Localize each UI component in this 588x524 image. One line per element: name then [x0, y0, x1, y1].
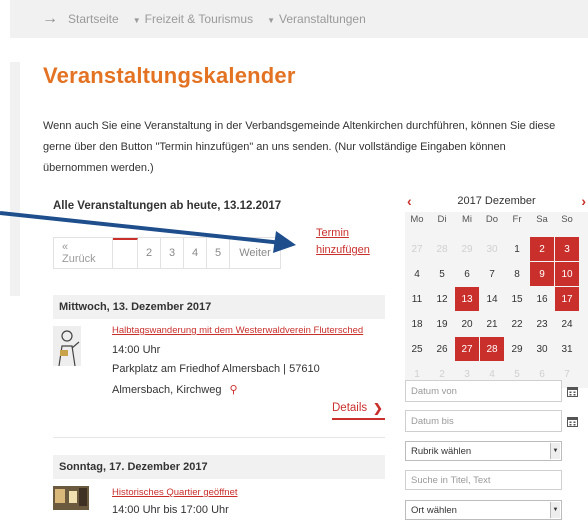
calendar-day[interactable]: 23 [530, 312, 554, 336]
map-pin-icon[interactable]: ⚲ [230, 384, 238, 396]
calendar-day-today[interactable]: 13 [455, 287, 479, 311]
event-time: 14:00 Uhr [112, 344, 161, 356]
calendar-day[interactable]: 18 [405, 312, 429, 336]
calendar-icon[interactable] [563, 411, 581, 431]
event-place: Parkplatz am Friedhof Almersbach | 57610 [112, 363, 320, 375]
calendar-day[interactable]: 22 [505, 312, 529, 336]
calendar-day: 28 [436, 243, 448, 255]
breadcrumb: → Startseite ▼ Freizeit & Tourismus ▼ Vera… [10, 0, 588, 38]
details-link[interactable]: Details ❯ [332, 401, 383, 415]
termin-label: Termin [316, 227, 350, 239]
calendar-weekday: Sa [536, 213, 548, 225]
calendar-day: 29 [461, 243, 473, 255]
termin-label: hinzufügen [316, 244, 370, 256]
breadcrumb-label: Veranstaltungen [279, 12, 366, 26]
calendar-day-event[interactable]: 27 [455, 337, 479, 361]
calendar-icon[interactable] [563, 381, 581, 401]
calendar-day[interactable]: 11 [405, 287, 429, 311]
mini-calendar: ‹ 2017 Dezember › Mo Di Mi Do Fr Sa So 27 28 29 30… [405, 192, 588, 388]
triangle-down-icon: ▼ [267, 16, 276, 25]
calendar-day: 27 [411, 243, 423, 255]
calendar-day[interactable]: 7 [480, 262, 504, 286]
calendar-weekday: Mi [461, 213, 473, 225]
calendar-day-event[interactable]: 17 [555, 287, 579, 311]
day-header: Mittwoch, 13. Dezember 2017 [53, 295, 385, 319]
search-input[interactable]: Suche in Titel, Text [405, 470, 562, 490]
calendar-day-event[interactable]: 28 [480, 337, 504, 361]
details-label: Details [332, 402, 368, 414]
breadcrumb-item-veranstaltungen[interactable]: ▼ Veranstaltungen [267, 12, 366, 26]
event-address: Almersbach, Kirchweg [112, 384, 222, 396]
event-title-link[interactable]: Historisches Quartier geöffnet [112, 487, 238, 498]
calendar-day[interactable]: 25 [405, 337, 429, 361]
event-thumbnail [53, 326, 81, 366]
calendar-weekday: Do [485, 213, 499, 225]
calendar-header: ‹ 2017 Dezember › [405, 192, 588, 210]
event-time: 14:00 Uhr bis 17:00 Uhr [112, 504, 229, 516]
intro-text: Wenn auch Sie eine Veranstaltung in der … [43, 116, 578, 179]
calendar-day[interactable]: 5 [430, 262, 454, 286]
intro-line: übernommen werden.) [43, 162, 154, 174]
breadcrumb-item-freizeit[interactable]: ▼ Freizeit & Tourismus [133, 12, 253, 26]
calendar-day[interactable]: 8 [505, 262, 529, 286]
calendar-day-event[interactable]: 3 [555, 237, 579, 261]
rubrik-select[interactable]: Rubrik wählen ▼ [405, 441, 562, 461]
calendar-day[interactable]: 26 [430, 337, 454, 361]
event-thumbnail [53, 486, 89, 510]
calendar-weekday: Fr [512, 213, 522, 225]
triangle-down-icon: ▼ [132, 16, 141, 25]
calendar-day[interactable]: 15 [505, 287, 529, 311]
arrow-right-icon: → [42, 10, 58, 27]
event-address-row: Almersbach, Kirchweg ⚲ [112, 383, 238, 396]
annotation-arrow-icon [0, 211, 296, 253]
calendar-day[interactable]: 19 [430, 312, 454, 336]
search-placeholder: Suche in Titel, Text [411, 474, 491, 486]
chevron-right-icon: ❯ [373, 403, 383, 415]
calendar-next-button[interactable]: › [581, 193, 586, 209]
dropdown-icon: ▼ [550, 443, 560, 459]
calendar-grid: Mo Di Mi Do Fr Sa So 27 28 29 30 1 2 3 4 5 6 7 8 9 10 11 12 13 1… [405, 212, 588, 386]
termin-hinzufuegen-link[interactable]: Termin hinzufügen [316, 225, 370, 259]
calendar-weekday: Di [437, 213, 447, 225]
rubrik-value: Rubrik wählen [411, 445, 472, 457]
details-underline [332, 418, 385, 420]
calendar-day[interactable]: 20 [455, 312, 479, 336]
dropdown-icon: ▼ [550, 502, 560, 518]
calendar-day[interactable]: 31 [555, 337, 579, 361]
intro-line: gerne über den Button "Termin hinzufügen… [43, 141, 506, 153]
calendar-day: 30 [486, 243, 498, 255]
calendar-day[interactable]: 24 [555, 312, 579, 336]
date-to-placeholder: Datum bis [411, 415, 454, 427]
calendar-day[interactable]: 14 [480, 287, 504, 311]
date-from-field[interactable]: Datum von [405, 380, 578, 402]
calendar-title: 2017 Dezember [457, 195, 536, 207]
ort-select[interactable]: Ort wählen ▼ [405, 500, 562, 520]
breadcrumb-label: Freizeit & Tourismus [144, 12, 254, 26]
calendar-weekday: So [561, 213, 573, 225]
page-title: Veranstaltungskalender [43, 63, 296, 88]
date-to-field[interactable]: Datum bis [405, 410, 578, 432]
calendar-day[interactable]: 29 [505, 337, 529, 361]
ort-value: Ort wählen [411, 504, 457, 516]
calendar-day[interactable]: 16 [530, 287, 554, 311]
calendar-day-event[interactable]: 2 [530, 237, 554, 261]
event-title-link[interactable]: Halbtagswanderung mit dem Westerwaldvere… [112, 325, 363, 336]
calendar-day-event[interactable]: 10 [555, 262, 579, 286]
calendar-weekday: Mo [410, 213, 424, 225]
left-gutter [10, 62, 20, 296]
calendar-day[interactable]: 21 [480, 312, 504, 336]
intro-line: Wenn auch Sie eine Veranstaltung in der … [43, 120, 556, 132]
calendar-day[interactable]: 4 [405, 262, 429, 286]
breadcrumb-item-home[interactable]: Startseite [68, 12, 119, 26]
calendar-body: Mo Di Mi Do Fr Sa So 27 28 29 30 1 2 3 4 5 6 7 8 9 10 11 12 13 1… [405, 212, 588, 388]
calendar-day[interactable]: 12 [430, 287, 454, 311]
day-header: Sonntag, 17. Dezember 2017 [53, 455, 385, 479]
calendar-day[interactable]: 6 [455, 262, 479, 286]
date-from-placeholder: Datum von [411, 385, 457, 397]
divider [53, 437, 385, 438]
calendar-day-event[interactable]: 9 [530, 262, 554, 286]
calendar-day[interactable]: 30 [530, 337, 554, 361]
calendar-prev-button[interactable]: ‹ [407, 193, 412, 209]
calendar-day[interactable]: 1 [505, 237, 529, 261]
